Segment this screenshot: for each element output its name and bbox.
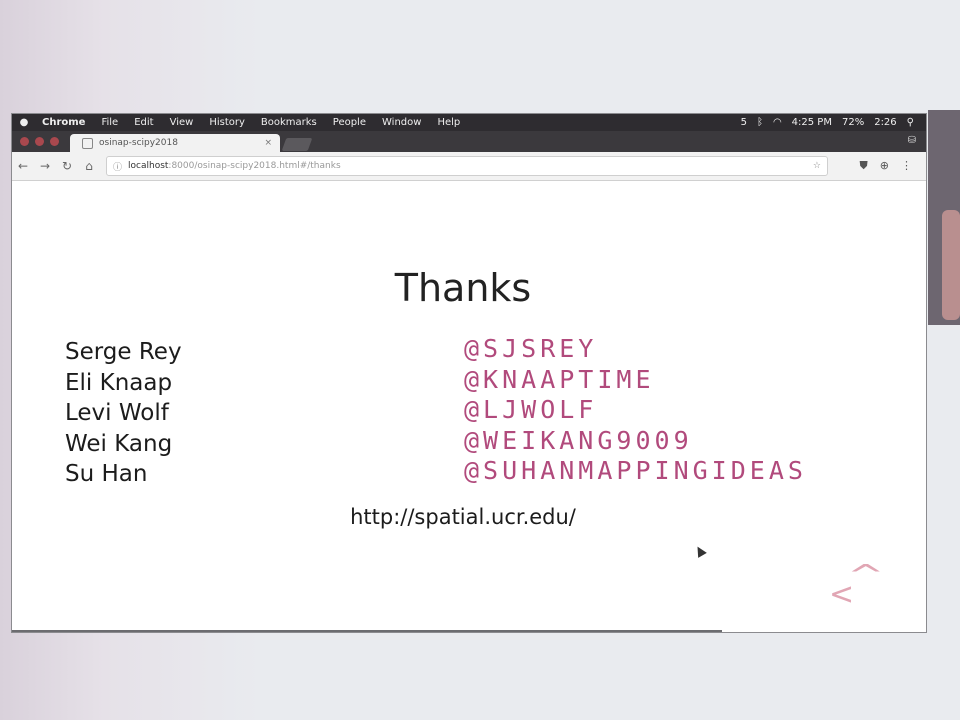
back-button[interactable]: ←: [12, 159, 34, 173]
close-window-button[interactable]: [20, 137, 29, 146]
window-controls: [20, 137, 59, 146]
browser-window: ● Chrome File Edit View History Bookmark…: [12, 114, 926, 632]
url-path: :8000/osinap-scipy2018.html#/thanks: [168, 161, 341, 171]
new-tab-button[interactable]: [281, 138, 313, 151]
forward-button[interactable]: →: [34, 159, 56, 173]
home-button[interactable]: ⌂: [78, 159, 100, 173]
menubar-status: 5 ᛒ ◠ 4:25 PM 72% 2:26 ⚲: [741, 117, 926, 128]
twitter-handle: @WEIKANG9009: [464, 425, 693, 455]
bluetooth-icon[interactable]: ᛒ: [757, 117, 763, 128]
bookmark-star-icon[interactable]: ☆: [813, 161, 821, 171]
tab-active[interactable]: osinap-scipy2018 ×: [70, 134, 280, 152]
twitter-handle: @SJSREY: [464, 334, 598, 363]
profile-icon[interactable]: ⛁: [908, 135, 916, 146]
up-slide-arrow-icon[interactable]: ^: [847, 561, 885, 589]
page-icon: [82, 137, 93, 149]
time-label[interactable]: 4:25 PM: [792, 117, 832, 128]
slide-content: Thanks Serge Rey Eli Knaap Levi Wolf Wei…: [12, 181, 926, 632]
background-right: [928, 110, 960, 325]
reload-button[interactable]: ↻: [56, 159, 78, 173]
menu-app[interactable]: Chrome: [36, 117, 93, 128]
person-name: Levi Wolf: [65, 400, 169, 426]
address-bar[interactable]: ⓘ localhost :8000/osinap-scipy2018.html#…: [106, 156, 828, 176]
twitter-handle: @SUHANMAPPINGIDEAS: [464, 456, 807, 485]
menu-view[interactable]: View: [162, 117, 202, 128]
background-glow: [942, 210, 960, 320]
minimize-window-button[interactable]: [35, 137, 44, 146]
names-column: Serge Rey Eli Knaap Levi Wolf Wei Kang S…: [65, 337, 182, 490]
screen-bottom-edge: [12, 630, 722, 632]
menu-people[interactable]: People: [325, 117, 374, 128]
person-name: Eli Knaap: [65, 369, 173, 396]
apple-menu-icon[interactable]: ●: [12, 117, 36, 128]
tab-bar: osinap-scipy2018 × ⛁: [12, 131, 926, 152]
twitter-handle: @LJWOLF: [464, 395, 598, 424]
search-icon[interactable]: ⚲: [907, 117, 914, 128]
slide-title: Thanks: [394, 266, 532, 310]
battery-label[interactable]: 72%: [842, 117, 864, 128]
browser-menu-icon[interactable]: ⋮: [901, 159, 912, 173]
person-name: Wei Kang: [65, 430, 173, 457]
menu-window[interactable]: Window: [374, 117, 429, 128]
person-name: Su Han: [65, 461, 148, 487]
menu-edit[interactable]: Edit: [126, 117, 161, 128]
extension-globe-icon[interactable]: ⊕: [880, 159, 889, 173]
wifi-icon[interactable]: ◠: [773, 117, 782, 128]
lab-url: http://spatial.ucr.edu/: [350, 505, 576, 529]
clock-label[interactable]: 2:26: [874, 117, 896, 128]
browser-toolbar: ← → ↻ ⌂ ⓘ localhost :8000/osinap-scipy20…: [12, 152, 926, 181]
url-host: localhost: [128, 161, 169, 171]
handles-column: @SJSREY @KNAAPTIME @LJWOLF @WEIKANG9009 …: [464, 334, 807, 487]
menu-help[interactable]: Help: [429, 117, 468, 128]
menu-history[interactable]: History: [201, 117, 253, 128]
menu-file[interactable]: File: [93, 117, 126, 128]
status-badge[interactable]: 5: [741, 117, 747, 128]
twitter-handle: @KNAAPTIME: [464, 364, 655, 394]
mac-menubar: ● Chrome File Edit View History Bookmark…: [12, 114, 926, 131]
zoom-window-button[interactable]: [50, 137, 59, 146]
info-icon[interactable]: ⓘ: [113, 160, 122, 173]
tab-title: osinap-scipy2018: [99, 138, 178, 148]
menu-bookmarks[interactable]: Bookmarks: [253, 117, 325, 128]
toolbar-extensions: ⛊ ⊕ ⋮: [860, 159, 926, 173]
person-name: Serge Rey: [65, 339, 182, 365]
mouse-cursor-icon: [693, 544, 707, 558]
close-tab-icon[interactable]: ×: [264, 138, 272, 148]
extension-shield-icon[interactable]: ⛊: [860, 159, 868, 173]
